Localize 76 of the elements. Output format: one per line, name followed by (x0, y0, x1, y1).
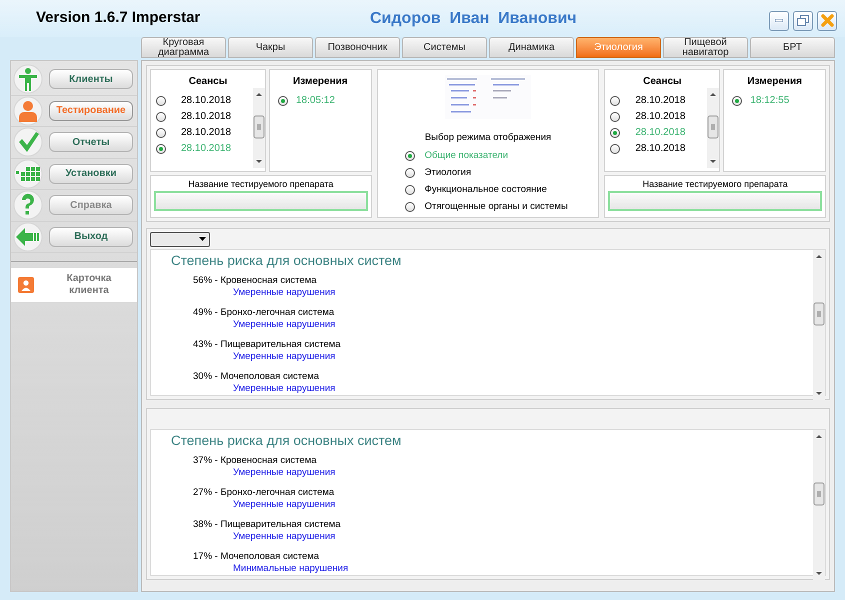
person-card-icon (18, 277, 34, 293)
close-icon (820, 14, 834, 27)
risk-assessment: Умеренные нарушения (232, 531, 336, 543)
risk-line: 17% - Мочеполовая система (193, 551, 320, 563)
sidebar-button[interactable]: Выход (49, 226, 133, 247)
restore-icon (797, 15, 809, 26)
measurements-heading: Измерения (292, 75, 349, 88)
version-label: Version 1.6.7 Imperstar (36, 8, 202, 28)
scrollbar[interactable] (253, 88, 265, 168)
sidebar-button[interactable]: Клиенты (49, 69, 133, 90)
risk-line: 37% - Кровеносная система (193, 455, 318, 467)
sessions-heading: Сеансы (642, 75, 683, 88)
session-date[interactable]: 28.10.2018 (181, 125, 232, 140)
display-mode-heading: Выбор режима отображения (424, 131, 552, 145)
session-date[interactable]: 28.10.2018 (635, 93, 686, 108)
drug-label: Название тестируемого препарата (642, 178, 788, 190)
measurements-heading: Измерения (746, 75, 803, 88)
risk-assessment: Умеренные нарушения (232, 287, 336, 299)
risk-assessment: Умеренные нарушения (232, 351, 336, 363)
caret-icon (199, 237, 206, 241)
radio-button[interactable] (278, 96, 288, 106)
tab[interactable]: Чакры (228, 37, 313, 58)
minimize-icon (775, 19, 783, 22)
radio-button[interactable] (610, 128, 620, 138)
radio-button[interactable] (404, 150, 415, 161)
dropdown[interactable] (150, 232, 210, 246)
session-date[interactable]: 28.10.2018 (635, 141, 686, 156)
close-button[interactable] (817, 10, 837, 30)
risk-line: 43% - Пищеварительная система (193, 339, 342, 351)
display-mode-option[interactable]: Функциональное состояние (424, 182, 547, 197)
radio-button[interactable] (156, 144, 166, 154)
report-title: Степень риска для основных систем (171, 252, 402, 270)
radio-button[interactable] (156, 128, 166, 138)
risk-line: 56% - Кровеносная система (193, 275, 318, 287)
radio-button[interactable] (610, 96, 620, 106)
radio-button[interactable] (156, 112, 166, 122)
session-date[interactable]: 28.10.2018 (181, 93, 232, 108)
display-mode-option[interactable]: Отягощенные органы и системы (424, 200, 568, 214)
tab[interactable]: Динамика (489, 37, 574, 58)
radio-button[interactable] (610, 144, 620, 154)
risk-line: 27% - Бронхо-легочная система (193, 487, 336, 499)
tab[interactable]: Круговая диаграмма (141, 37, 226, 58)
radio-button[interactable] (156, 96, 166, 106)
risk-line: 49% - Бронхо-легочная система (193, 307, 336, 319)
risk-line: 30% - Мочеполовая система (193, 371, 320, 383)
risk-assessment: Минимальные нарушения (232, 563, 350, 575)
radio-button[interactable] (404, 202, 415, 212)
drug-name-field[interactable] (154, 191, 368, 211)
report-title: Степень риска для основных систем (171, 432, 402, 450)
risk-assessment: Умеренные нарушения (232, 467, 336, 479)
session-date[interactable]: 28.10.2018 (635, 109, 686, 124)
tab[interactable]: Пищевой навигатор (663, 37, 748, 58)
risk-assessment: Умеренные нарушения (232, 383, 336, 395)
sidebar-button[interactable]: Отчеты (49, 132, 133, 152)
tab[interactable]: БРТ (750, 37, 835, 58)
scrollbar[interactable] (707, 88, 720, 168)
tab[interactable]: Системы (402, 37, 487, 58)
radio-button[interactable] (610, 112, 620, 122)
scrollbar[interactable] (813, 250, 825, 400)
radio-button[interactable] (732, 96, 742, 106)
display-mode-option[interactable]: Этиология (424, 166, 472, 180)
drug-label: Название тестируемого препарата (188, 178, 334, 190)
session-date[interactable]: 28.10.2018 (181, 109, 232, 124)
minimize-button[interactable] (769, 10, 789, 30)
radio-button[interactable] (404, 184, 415, 195)
radio-button[interactable] (404, 168, 415, 178)
maximize-button[interactable] (793, 10, 813, 30)
sidebar-button[interactable]: Установки (49, 164, 133, 184)
drug-name-field[interactable] (608, 191, 822, 211)
scrollbar[interactable] (813, 430, 825, 580)
risk-line: 38% - Пищеварительная система (193, 519, 342, 531)
tab[interactable]: Позвоночник (315, 37, 400, 58)
risk-assessment: Умеренные нарушения (232, 499, 336, 511)
window-title: Сидоров Иван Иванович (370, 8, 577, 28)
risk-assessment: Умеренные нарушения (232, 319, 336, 331)
sessions-heading: Сеансы (188, 75, 228, 88)
